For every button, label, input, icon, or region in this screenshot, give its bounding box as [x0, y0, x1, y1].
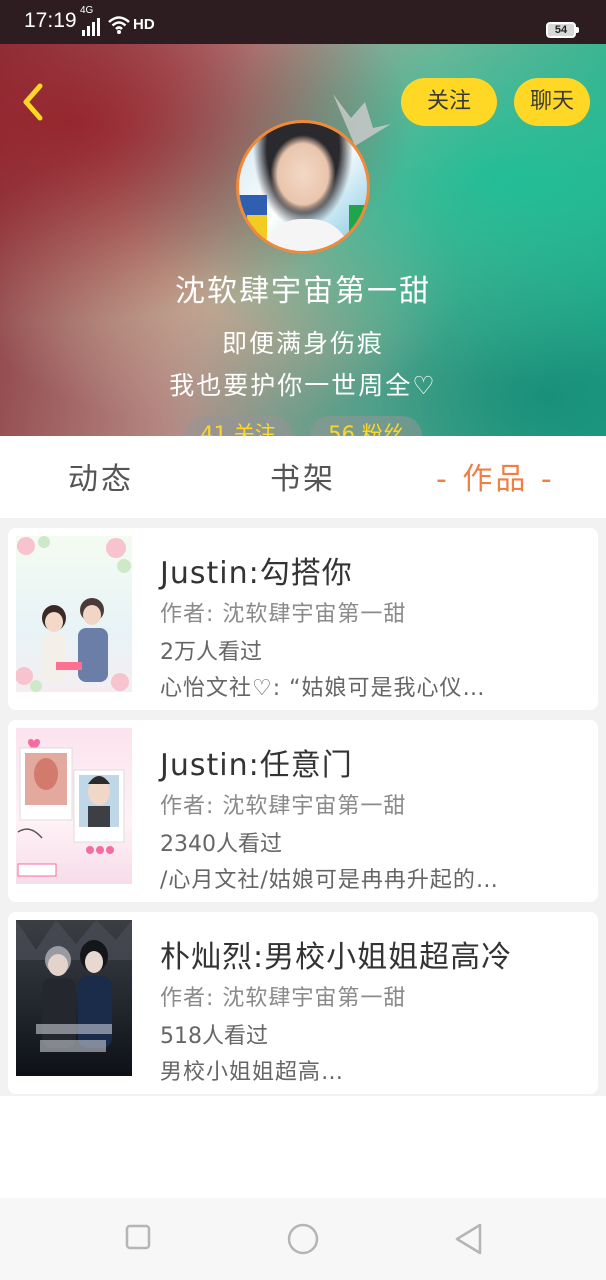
profile-bio-line1: 即便满身伤痕 — [221, 329, 384, 358]
profile-nickname: 沈软肆宇宙第一甜 — [175, 274, 431, 309]
network-type: 4G — [80, 5, 94, 16]
work-title: Justin:任意门 — [160, 748, 353, 783]
tab-dynamic[interactable]: 动态 — [68, 454, 134, 498]
book-cover — [16, 728, 132, 884]
chevron-left-icon[interactable] — [16, 82, 52, 122]
profile-tabs: 动态 书架 - 作品 - — [0, 436, 606, 518]
work-author: 作者: 沈软肆宇宙第一甜 — [160, 602, 407, 627]
tab-works[interactable]: - 作品 - — [436, 454, 555, 498]
system-navigation-bar — [0, 1198, 606, 1280]
work-views: 518人看过 — [160, 1024, 268, 1049]
book-cover — [16, 920, 132, 1076]
signal-icon — [82, 18, 100, 36]
work-title: Justin:勾搭你 — [160, 556, 353, 591]
home-icon[interactable] — [286, 1222, 320, 1256]
wifi-icon — [108, 16, 130, 34]
work-card-1[interactable]: Justin:勾搭你 作者: 沈软肆宇宙第一甜 2万人看过 心怡文社♡: “姑娘… — [8, 528, 598, 710]
work-card-3[interactable]: 朴灿烈:男校小姐姐超高冷 作者: 沈软肆宇宙第一甜 518人看过 男校小姐姐超高… — [8, 912, 598, 1094]
work-views: 2万人看过 — [160, 640, 262, 665]
fans-count-button[interactable]: 56 粉丝 — [310, 416, 422, 436]
avatar[interactable] — [236, 120, 370, 254]
hd-badge: HD — [133, 16, 155, 33]
recent-apps-icon[interactable] — [124, 1222, 152, 1252]
work-views: 2340人看过 — [160, 832, 282, 857]
chat-button[interactable]: 聊天 — [514, 78, 590, 126]
profile-header: 关注 聊天 沈软肆宇宙第一甜 即便满身伤痕 我也要护你一世周全♡ 41 关注 5… — [0, 44, 606, 436]
work-description: /心月文社/姑娘可是冉冉升起的… — [160, 868, 499, 893]
work-description: 心怡文社♡: “姑娘可是我心仪… — [160, 676, 486, 701]
works-list: Justin:勾搭你 作者: 沈软肆宇宙第一甜 2万人看过 心怡文社♡: “姑娘… — [0, 518, 606, 1096]
work-card-2[interactable]: Justin:任意门 作者: 沈软肆宇宙第一甜 2340人看过 /心月文社/姑娘… — [8, 720, 598, 902]
profile-bio-line2: 我也要护你一世周全♡ — [169, 371, 437, 400]
work-author: 作者: 沈软肆宇宙第一甜 — [160, 794, 407, 819]
follow-button[interactable]: 关注 — [401, 78, 497, 126]
status-time: 17:19 — [24, 9, 77, 32]
work-author: 作者: 沈软肆宇宙第一甜 — [160, 986, 407, 1011]
status-bar: 17:19 4G HD 54 — [0, 0, 606, 44]
work-description: 男校小姐姐超高… — [160, 1060, 345, 1085]
following-count-button[interactable]: 41 关注 — [184, 416, 292, 436]
tab-bookshelf[interactable]: 书架 — [270, 454, 336, 498]
work-title: 朴灿烈:男校小姐姐超高冷 — [160, 940, 513, 975]
book-cover — [16, 536, 132, 692]
back-triangle-icon[interactable] — [452, 1222, 484, 1256]
battery-icon: 54 — [546, 22, 579, 38]
